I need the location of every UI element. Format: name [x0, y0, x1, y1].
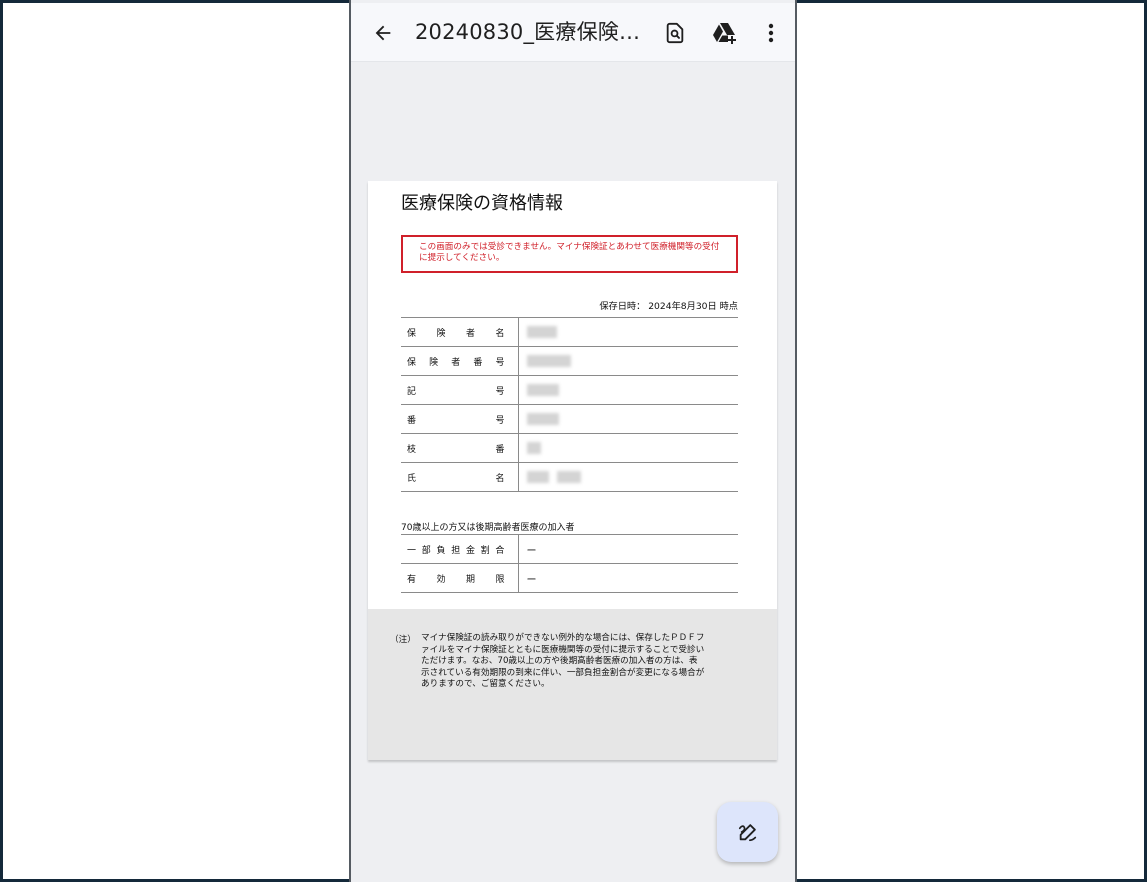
label-char: 負	[436, 545, 446, 556]
table-row: 枝番	[401, 433, 738, 463]
table-row: 保険者名	[401, 317, 738, 347]
label-char: 者	[465, 328, 475, 339]
more-vert-icon	[768, 23, 774, 42]
label-char: 効	[436, 574, 446, 585]
label-char: 険	[429, 357, 439, 368]
note-text: マイナ保険証の読み取りができない例外的な場合には、保存したＰＤＦファイルをマイナ…	[421, 633, 705, 689]
table-row: 一部負担金割合ー	[401, 534, 738, 564]
label-char: 番	[495, 444, 505, 455]
label-char: 割	[480, 545, 490, 556]
label-char: 号	[495, 357, 505, 368]
note-label: （注）	[390, 635, 416, 645]
find-in-page-button[interactable]	[653, 3, 697, 62]
label-char: 有	[407, 574, 417, 585]
insurance-info-table: 保険者名保険者番号記号番号枝番氏名	[401, 317, 738, 492]
row-value	[518, 404, 738, 434]
row-value	[518, 433, 738, 463]
label-char: 号	[495, 386, 505, 397]
redacted-value	[526, 413, 559, 425]
label-char: 険	[436, 328, 446, 339]
table-row: 有効期限ー	[401, 563, 738, 593]
label-char: 限	[495, 574, 505, 585]
row-value	[518, 462, 738, 492]
row-value: ー	[518, 563, 738, 593]
table-row: 氏名	[401, 462, 738, 492]
label-char: 番	[473, 357, 483, 368]
saved-timestamp: 保存日時： 2024年8月30日 時点	[599, 301, 738, 312]
row-value: ー	[518, 534, 738, 564]
row-label: 有効期限	[401, 563, 519, 593]
more-options-button[interactable]	[749, 3, 793, 62]
label-char: 一	[407, 545, 417, 556]
back-button[interactable]	[361, 3, 405, 62]
row-label: 一部負担金割合	[401, 534, 519, 564]
edit-annotate-icon	[738, 824, 756, 842]
table-row: 保険者番号	[401, 346, 738, 376]
row-value	[518, 375, 738, 405]
annotate-fab[interactable]	[717, 802, 778, 862]
elderly-info-table: 一部負担金割合ー有効期限ー	[401, 534, 738, 593]
top-app-bar: 20240830_医療保険の資格情報	[351, 3, 795, 62]
row-label: 保険者名	[401, 317, 519, 347]
left-blank-panel	[3, 3, 349, 879]
row-label: 枝番	[401, 433, 519, 463]
redacted-value	[526, 355, 571, 367]
label-char: 保	[407, 357, 417, 368]
label-char: 名	[495, 473, 505, 484]
redacted-value	[556, 471, 581, 483]
elderly-section-title: 70歳以上の方又は後期高齢者医療の加入者	[401, 523, 575, 533]
pdf-page: 医療保険の資格情報 この画面のみでは受診できません。マイナ保険証とあわせて医療機…	[368, 181, 777, 760]
label-char: 枝	[407, 444, 417, 455]
label-char: 者	[451, 357, 461, 368]
table-row: 番号	[401, 404, 738, 434]
document-title: 20240830_医療保険の資格情報	[415, 20, 647, 44]
label-char: 記	[407, 386, 417, 397]
label-char: 担	[451, 545, 461, 556]
label-char: 期	[465, 574, 475, 585]
value-text: ー	[526, 574, 537, 586]
row-label: 保険者番号	[401, 346, 519, 376]
redacted-value	[526, 471, 549, 483]
redacted-value	[526, 442, 541, 454]
row-value	[518, 346, 738, 376]
add-to-drive-icon	[713, 22, 736, 44]
pdf-viewer-screen: 20240830_医療保険の資格情報 医療	[349, 0, 797, 882]
row-label: 氏名	[401, 462, 519, 492]
find-in-page-icon	[666, 22, 684, 43]
row-label: 番号	[401, 404, 519, 434]
add-to-drive-button[interactable]	[703, 3, 747, 62]
right-blank-panel	[797, 3, 1144, 879]
redacted-value	[526, 384, 559, 396]
label-char: 保	[407, 328, 417, 339]
page-heading: 医療保険の資格情報	[401, 193, 563, 214]
label-char: 部	[421, 545, 431, 556]
label-char: 合	[495, 545, 505, 556]
arrow-back-icon	[375, 25, 391, 40]
warning-box: この画面のみでは受診できません。マイナ保険証とあわせて医療機関等の受付に提示して…	[401, 235, 738, 273]
label-char: 名	[495, 328, 505, 339]
table-row: 記号	[401, 375, 738, 405]
label-char: 番	[407, 415, 417, 426]
label-char: 金	[465, 545, 475, 556]
redacted-value	[526, 326, 557, 338]
label-char: 号	[495, 415, 505, 426]
row-label: 記号	[401, 375, 519, 405]
value-text: ー	[526, 545, 537, 557]
label-char: 氏	[407, 473, 417, 484]
row-value	[518, 317, 738, 347]
